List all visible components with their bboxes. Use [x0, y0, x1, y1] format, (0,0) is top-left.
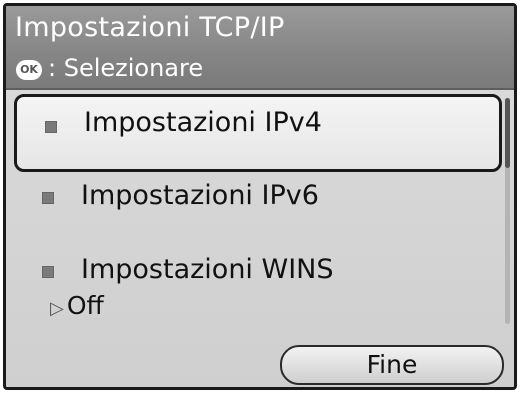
scrollbar-thumb[interactable]: [505, 98, 510, 168]
select-hint: OK : Selezionare: [16, 54, 203, 82]
header-bar: Impostazioni TCP/IP OK : Selezionare: [6, 6, 514, 90]
menu-item-ipv6[interactable]: Impostazioni IPv6: [6, 180, 502, 230]
menu-item-label: Impostazioni IPv4: [84, 107, 322, 138]
bullet-icon: [42, 192, 54, 204]
device-screen: Impostazioni TCP/IP OK : Selezionare Impo…: [3, 3, 517, 390]
menu-item-label: Impostazioni IPv6: [81, 180, 319, 211]
menu-item-ipv4[interactable]: Impostazioni IPv4: [14, 94, 502, 172]
page-title: Impostazioni TCP/IP: [15, 12, 285, 43]
bullet-icon: [42, 266, 54, 278]
hint-text: : Selezionare: [48, 54, 204, 82]
done-button[interactable]: Fine: [280, 345, 504, 385]
bullet-icon: [45, 121, 57, 133]
menu-item-wins[interactable]: Impostazioni WINS ▷ Off: [6, 254, 502, 329]
triangle-right-icon: ▷: [50, 298, 64, 319]
wins-status-value: Off: [66, 291, 104, 320]
ok-button-icon: OK: [16, 60, 42, 80]
wins-status: ▷ Off: [50, 291, 104, 320]
settings-menu-list: Impostazioni IPv4 Impostazioni IPv6 Impo…: [6, 90, 502, 335]
menu-item-label: Impostazioni WINS: [81, 254, 334, 285]
